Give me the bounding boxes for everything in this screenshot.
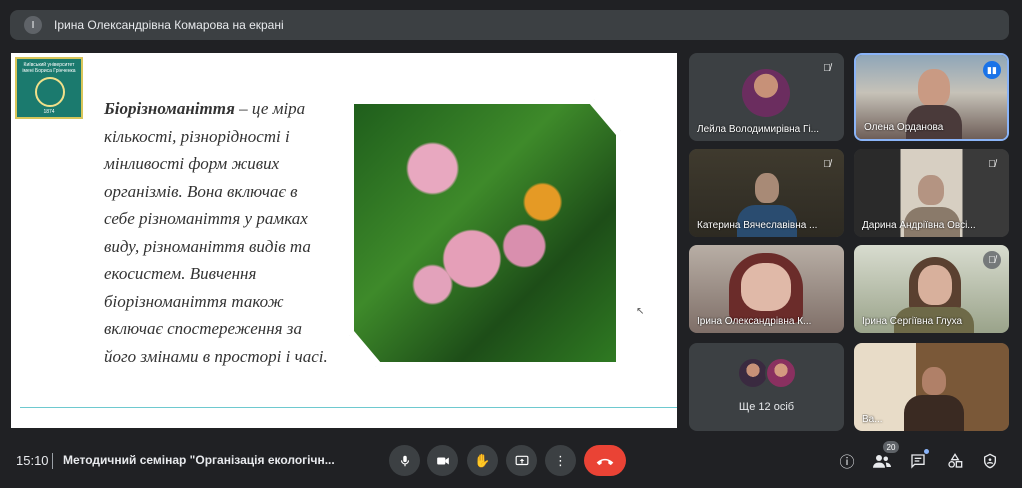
divider [52,453,53,469]
clock: 15:10 [16,453,49,468]
participant-name: Ірина Олександрівна К... [697,316,812,327]
camera-button[interactable] [427,445,458,476]
slide-term: Біорізноманіття [104,99,235,118]
microphone-icon [400,455,409,466]
participant-tile[interactable]: 🎙̸ Лейла Володимирівна Гі... [689,53,844,141]
hand-icon: ✋ [474,452,491,468]
camera-icon [436,457,449,464]
slide-divider [20,407,677,408]
presenter-avatar: І [24,16,42,34]
logo-text: Київський університет імені Бориса Грінч… [22,62,76,74]
participant-name: Ірина Сергіївна Глуха [862,316,963,327]
host-controls-button[interactable] [980,451,1000,471]
presenter-banner: І Ірина Олександрівна Комарова на екрані [10,10,1009,40]
info-icon: ⓘ [839,453,855,471]
butterfly-flower-photo [349,99,621,367]
participant-tile[interactable]: Ірина Олександрівна К... [689,245,844,333]
activities-button[interactable] [945,451,965,471]
participant-name: Ва... [862,414,883,425]
meeting-details-button[interactable]: ⓘ [837,451,857,471]
logo-emblem-icon [35,77,65,107]
mic-off-icon: 🎙̸ [823,62,831,74]
slide-definition: Біорізноманіття – це міра кількості, різ… [104,95,329,370]
chat-notification-dot [924,449,929,454]
people-count-badge: 20 [883,441,899,453]
slide-definition-text: – це міра кількості, різнорідності і мін… [104,99,328,366]
participant-name: Олена Орданова [864,122,944,133]
presenter-label: Ірина Олександрівна Комарова на екрані [54,18,284,32]
more-options-button[interactable]: ⋮ [545,445,576,476]
mouse-cursor-icon: ↖ [636,306,645,317]
more-participants-label: Ще 12 осіб [738,401,795,413]
mic-off-icon: 🎙̸ [823,158,831,170]
avatar [765,357,797,389]
participant-tile[interactable]: Ва... [854,343,1009,431]
speaking-indicator-icon: ▮▮ [983,61,1001,79]
chat-button[interactable] [908,451,928,471]
raise-hand-button[interactable]: ✋ [467,445,498,476]
more-participants-tile[interactable]: Ще 12 осіб [689,343,844,431]
participant-tile[interactable]: 🎙̸ Катерина Вячеславівна ... [689,149,844,237]
meeting-title: Методичний семінар "Організація екологіч… [63,453,335,467]
participant-tile-active[interactable]: ▮▮ Олена Орданова [854,53,1009,141]
participant-tile[interactable]: 🎙̸ Дарина Андріївна Овсі... [854,149,1009,237]
people-icon [873,455,891,468]
end-call-button[interactable] [584,445,626,476]
shield-icon [984,453,996,469]
microphone-button[interactable] [389,445,420,476]
bottom-bar: 15:10 Методичний семінар "Організація ек… [0,435,1022,488]
participant-name: Катерина Вячеславівна ... [697,220,818,231]
university-logo: Київський університет імені Бориса Грінч… [15,57,83,119]
hang-up-icon [596,458,614,465]
shared-slide: Київський університет імені Бориса Грінч… [11,53,677,428]
chat-icon [911,454,925,469]
more-vert-icon: ⋮ [554,452,567,468]
mic-off-icon: 🎙̸ [988,158,996,170]
participant-name: Лейла Володимирівна Гі... [697,124,819,135]
avatar [742,69,790,117]
people-button[interactable] [872,451,892,471]
participant-tile[interactable]: 🎙̸ Ірина Сергіївна Глуха [854,245,1009,333]
participant-name: Дарина Андріївна Овсі... [862,220,976,231]
present-screen-button[interactable] [506,445,537,476]
mic-off-icon: 🎙̸ [983,251,1001,269]
logo-year: 1874 [43,109,55,115]
present-screen-icon [515,455,528,465]
shapes-icon [948,453,963,468]
